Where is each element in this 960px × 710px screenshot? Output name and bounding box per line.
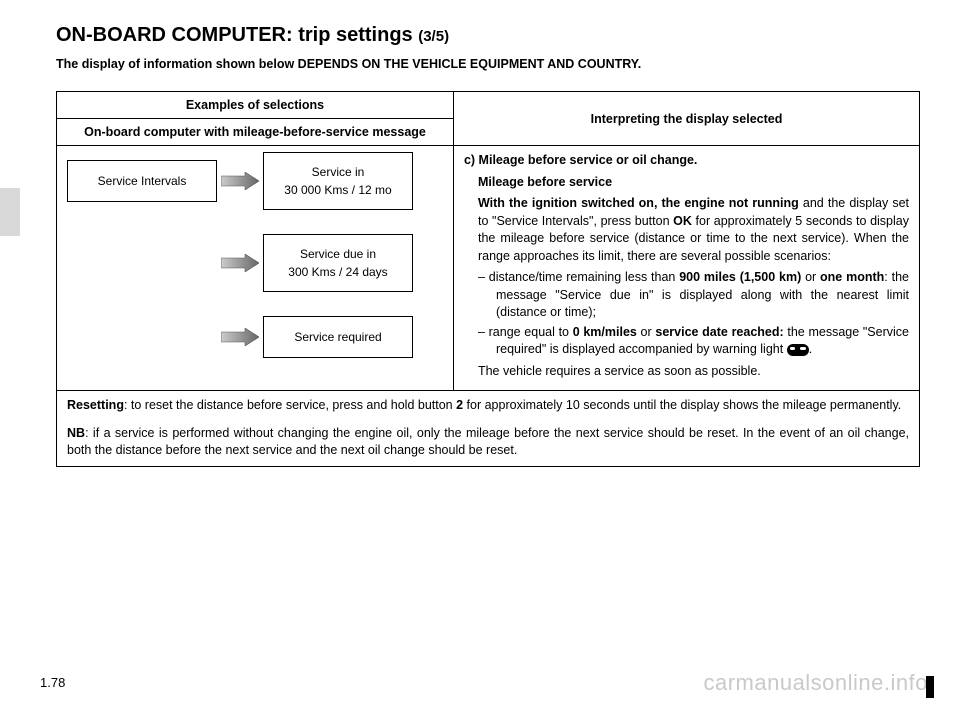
box-line1: Service in (312, 163, 365, 181)
header-interpreting: Interpreting the display selected (453, 92, 919, 146)
box-line1: Service due in (300, 245, 376, 263)
wrench-icon (787, 344, 809, 356)
title-sub: (3/5) (418, 28, 449, 45)
arrow-icon (217, 254, 263, 272)
display-examples-cell: Service Intervals Service in 30 000 (57, 146, 454, 391)
page-title: ON-BOARD COMPUTER: trip settings (3/5) (56, 24, 920, 47)
footer-cell: Resetting: to reset the distance before … (57, 391, 920, 467)
scenario-item-1: distance/time remaining less than 900 mi… (478, 269, 909, 322)
arrow-icon (217, 172, 263, 190)
side-tab-marker (0, 188, 20, 236)
section-body: Mileage before service With the ignition… (464, 174, 909, 381)
box-text: Service required (294, 328, 381, 346)
box-line2: 300 Kms / 24 days (288, 263, 387, 281)
subheading: The display of information shown below D… (56, 57, 920, 71)
mileage-before-service-label: Mileage before service (478, 175, 612, 189)
box-service-intervals: Service Intervals (67, 160, 217, 202)
scenario-item-2: range equal to 0 km/miles or service dat… (478, 324, 909, 359)
box-line2: 30 000 Kms / 12 mo (284, 181, 391, 199)
title-main: ON-BOARD COMPUTER: trip settings (56, 24, 418, 46)
trip-settings-table: Examples of selections Interpreting the … (56, 91, 920, 467)
box-service-in: Service in 30 000 Kms / 12 mo (263, 152, 413, 210)
corner-mark (926, 676, 934, 698)
box-text: Service Intervals (98, 172, 187, 190)
watermark: carmanualsonline.info (703, 670, 928, 696)
header-examples: Examples of selections (57, 92, 454, 119)
interpretation-cell: c) Mileage before service or oil change.… (453, 146, 919, 391)
nb-paragraph: NB: if a service is performed without ch… (67, 425, 909, 460)
tail-note: The vehicle requires a service as soon a… (478, 363, 909, 381)
resetting-paragraph: Resetting: to reset the distance before … (67, 397, 909, 415)
instruction-paragraph: With the ignition switched on, the engin… (478, 195, 909, 265)
header-examples-sub: On-board computer with mileage-before-se… (57, 119, 454, 146)
display-row-3: Service required (67, 316, 443, 358)
scenario-list: distance/time remaining less than 900 mi… (478, 269, 909, 359)
arrow-icon (217, 328, 263, 346)
display-row-2: Service due in 300 Kms / 24 days (67, 234, 443, 292)
section-heading: c) Mileage before service or oil change. (464, 152, 909, 170)
display-row-1: Service Intervals Service in 30 000 (67, 152, 443, 210)
page-number: 1.78 (40, 675, 65, 690)
box-service-due: Service due in 300 Kms / 24 days (263, 234, 413, 292)
box-service-required: Service required (263, 316, 413, 358)
